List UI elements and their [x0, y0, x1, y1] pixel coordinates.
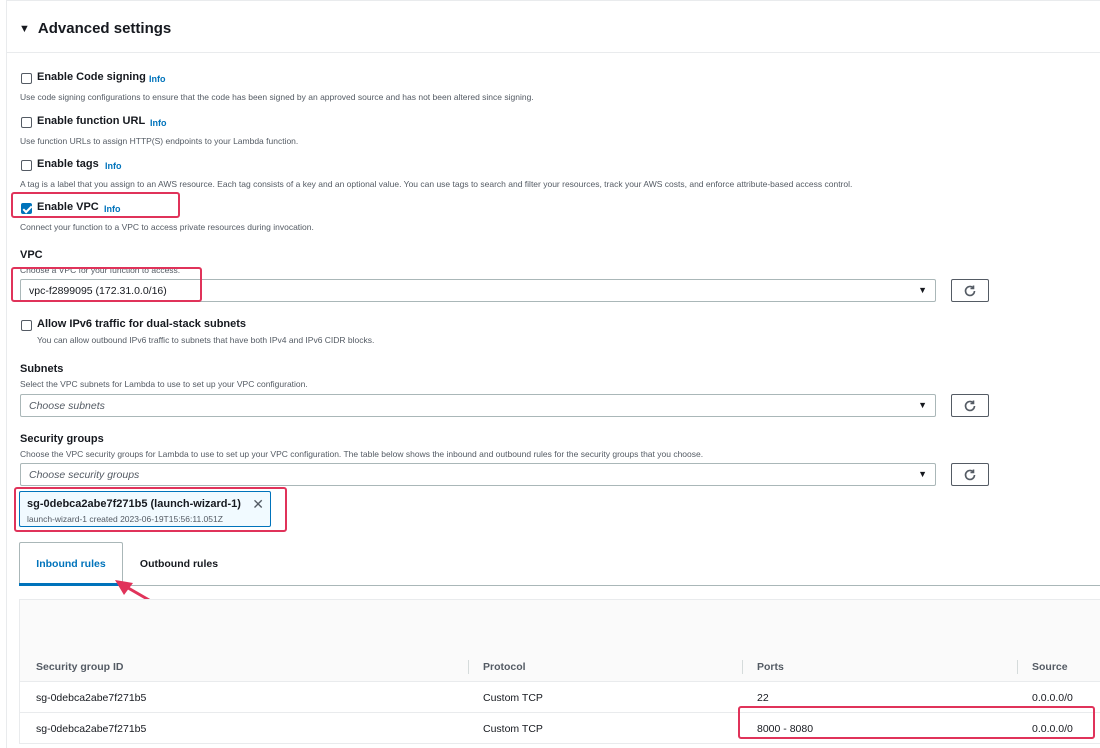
column-divider [468, 660, 469, 674]
function-url-checkbox[interactable] [21, 117, 32, 128]
cell-protocol: Custom TCP [483, 722, 543, 735]
close-icon[interactable]: ✕ [252, 496, 264, 513]
ipv6-desc: You can allow outbound IPv6 traffic to s… [37, 335, 375, 345]
col-ports[interactable]: Ports [757, 652, 784, 682]
security-group-token-subtitle: launch-wizard-1 created 2023-06-19T15:56… [27, 514, 223, 524]
vpc-checkbox[interactable] [21, 203, 32, 214]
table-row: sg-0debca2abe7f271b5 Custom TCP 22 0.0.0… [20, 682, 1100, 713]
security-groups-desc: Choose the VPC security groups for Lambd… [20, 449, 704, 459]
security-group-token-title: sg-0debca2abe7f271b5 (launch-wizard-1) [27, 498, 241, 510]
advanced-settings-panel: ▼ Advanced settings Enable Code signing … [6, 0, 1100, 748]
section-title: Advanced settings [37, 20, 172, 37]
tags-desc: A tag is a label that you assign to an A… [20, 179, 853, 189]
cell-protocol: Custom TCP [483, 691, 543, 704]
tags-checkbox[interactable] [21, 160, 32, 171]
subnets-placeholder: Choose subnets [29, 399, 105, 412]
col-security-group-id[interactable]: Security group ID [36, 652, 124, 682]
table-row: sg-0debca2abe7f271b5 Custom TCP 8000 - 8… [20, 713, 1100, 744]
vpc-info-link[interactable]: Info [104, 204, 121, 214]
tab-inbound-rules-label: Inbound rules [36, 558, 106, 570]
vpc-select-value: vpc-f2899095 (172.31.0.0/16) [29, 284, 167, 297]
subnets-refresh-button[interactable] [951, 394, 989, 417]
advanced-settings-header[interactable]: ▼ Advanced settings [7, 5, 1100, 53]
cell-ports: 22 [757, 691, 769, 704]
refresh-icon [964, 400, 976, 411]
subnets-label: Subnets [20, 363, 64, 375]
vpc-desc: Connect your function to a VPC to access… [20, 222, 314, 232]
vpc-field-label: VPC [20, 249, 43, 261]
subnets-desc: Select the VPC subnets for Lambda to use… [20, 379, 308, 389]
security-groups-select[interactable]: Choose security groups ▼ [20, 463, 936, 486]
rules-table-header: Security group ID Protocol Ports Source [20, 652, 1100, 682]
security-groups-label: Security groups [20, 433, 104, 445]
caret-down-icon: ▼ [918, 285, 927, 295]
refresh-icon [964, 285, 976, 296]
tags-label: Enable tags [37, 158, 99, 170]
column-divider [1017, 660, 1018, 674]
vpc-label: Enable VPC [37, 201, 99, 213]
cell-source: 0.0.0.0/0 [1032, 691, 1073, 704]
vpc-refresh-button[interactable] [951, 279, 989, 302]
cell-source: 0.0.0.0/0 [1032, 722, 1073, 735]
code-signing-label: Enable Code signing [37, 71, 146, 83]
cell-ports: 8000 - 8080 [757, 722, 814, 735]
code-signing-info-link[interactable]: Info [149, 74, 166, 84]
subnets-select[interactable]: Choose subnets ▼ [20, 394, 936, 417]
col-protocol[interactable]: Protocol [483, 652, 526, 682]
caret-down-icon: ▼ [19, 22, 30, 35]
function-url-desc: Use function URLs to assign HTTP(S) endp… [20, 136, 299, 146]
function-url-info-link[interactable]: Info [150, 118, 167, 128]
col-source[interactable]: Source [1032, 652, 1068, 682]
ipv6-label: Allow IPv6 traffic for dual-stack subnet… [37, 318, 247, 330]
ipv6-checkbox[interactable] [21, 320, 32, 331]
code-signing-checkbox[interactable] [21, 73, 32, 84]
security-groups-placeholder: Choose security groups [29, 468, 140, 481]
security-group-token: sg-0debca2abe7f271b5 (launch-wizard-1) l… [19, 491, 271, 527]
tabs-divider [19, 585, 1100, 586]
function-url-label: Enable function URL [37, 115, 146, 127]
cell-security-group-id: sg-0debca2abe7f271b5 [36, 691, 147, 704]
tab-inbound-rules[interactable]: Inbound rules [19, 542, 123, 585]
vpc-field-desc: Choose a VPC for your function to access… [20, 265, 181, 275]
rules-table: Security group ID Protocol Ports Source … [19, 599, 1100, 744]
tags-info-link[interactable]: Info [105, 161, 122, 171]
code-signing-desc: Use code signing configurations to ensur… [20, 92, 534, 102]
cell-security-group-id: sg-0debca2abe7f271b5 [36, 722, 147, 735]
tab-outbound-rules-label: Outbound rules [139, 557, 219, 570]
security-groups-refresh-button[interactable] [951, 463, 989, 486]
active-tab-indicator [19, 583, 123, 586]
refresh-icon [964, 469, 976, 480]
caret-down-icon: ▼ [918, 400, 927, 410]
caret-down-icon: ▼ [918, 469, 927, 479]
column-divider [742, 660, 743, 674]
vpc-select[interactable]: vpc-f2899095 (172.31.0.0/16) ▼ [20, 279, 936, 302]
